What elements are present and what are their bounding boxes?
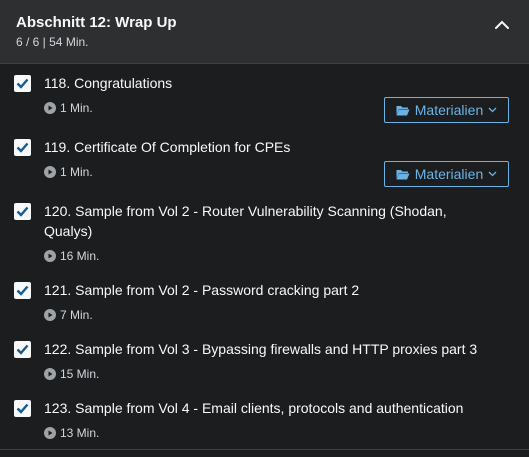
lecture-duration-text: 16 Min. <box>60 249 100 263</box>
lecture-title[interactable]: 120. Sample from Vol 2 - Router Vulnerab… <box>44 201 467 241</box>
chevron-down-icon <box>488 171 497 177</box>
lecture-title[interactable]: 121. Sample from Vol 2 - Password cracki… <box>44 280 477 300</box>
lecture-duration: 13 Min. <box>44 426 99 440</box>
resources-dropdown-button[interactable]: Materialien <box>384 161 509 187</box>
play-circle-icon <box>44 250 56 262</box>
play-circle-icon <box>44 309 56 321</box>
resources-label: Materialien <box>414 166 484 182</box>
divider <box>0 449 529 450</box>
folder-open-icon <box>396 169 410 179</box>
lecture-complete-checkbox[interactable] <box>14 203 31 220</box>
checkmark-icon <box>16 78 29 89</box>
lecture-title[interactable]: 119. Certificate Of Completion for CPEs <box>44 137 477 157</box>
checkmark-icon <box>16 344 29 355</box>
lecture-complete-checkbox[interactable] <box>14 341 31 358</box>
lecture-duration-text: 15 Min. <box>60 367 100 381</box>
lecture-duration: 1 Min. <box>44 101 93 115</box>
lecture-complete-checkbox[interactable] <box>14 75 31 92</box>
chevron-down-icon <box>488 107 497 113</box>
play-circle-icon <box>44 102 56 114</box>
lecture-duration-text: 1 Min. <box>60 101 93 115</box>
checkmark-icon <box>16 403 29 414</box>
section-title: Abschnitt 12: Wrap Up <box>16 14 177 31</box>
section-header[interactable]: Abschnitt 12: Wrap Up 6 / 6 | 54 Min. <box>0 0 529 64</box>
checkmark-icon <box>16 206 29 217</box>
resources-label: Materialien <box>414 102 484 118</box>
lecture-duration: 15 Min. <box>44 367 99 381</box>
lecture-title[interactable]: 123. Sample from Vol 4 - Email clients, … <box>44 398 509 418</box>
play-circle-icon <box>44 427 56 439</box>
lecture-duration: 7 Min. <box>44 308 93 322</box>
folder-open-icon <box>396 105 410 115</box>
lecture-duration-text: 7 Min. <box>60 308 93 322</box>
lecture-title[interactable]: 118. Congratulations <box>44 73 477 93</box>
lecture-complete-checkbox[interactable] <box>14 400 31 417</box>
lecture-duration-text: 13 Min. <box>60 426 100 440</box>
lecture-duration-text: 1 Min. <box>60 165 93 179</box>
resources-dropdown-button[interactable]: Materialien <box>384 97 509 123</box>
checkmark-icon <box>16 142 29 153</box>
lecture-complete-checkbox[interactable] <box>14 139 31 156</box>
play-circle-icon <box>44 166 56 178</box>
chevron-up-icon[interactable] <box>493 16 511 34</box>
section-progress-meta: 6 / 6 | 54 Min. <box>16 35 89 49</box>
lecture-duration: 16 Min. <box>44 249 99 263</box>
lecture-title[interactable]: 122. Sample from Vol 3 - Bypassing firew… <box>44 339 509 359</box>
lecture-duration: 1 Min. <box>44 165 93 179</box>
play-circle-icon <box>44 368 56 380</box>
lecture-complete-checkbox[interactable] <box>14 282 31 299</box>
checkmark-icon <box>16 285 29 296</box>
